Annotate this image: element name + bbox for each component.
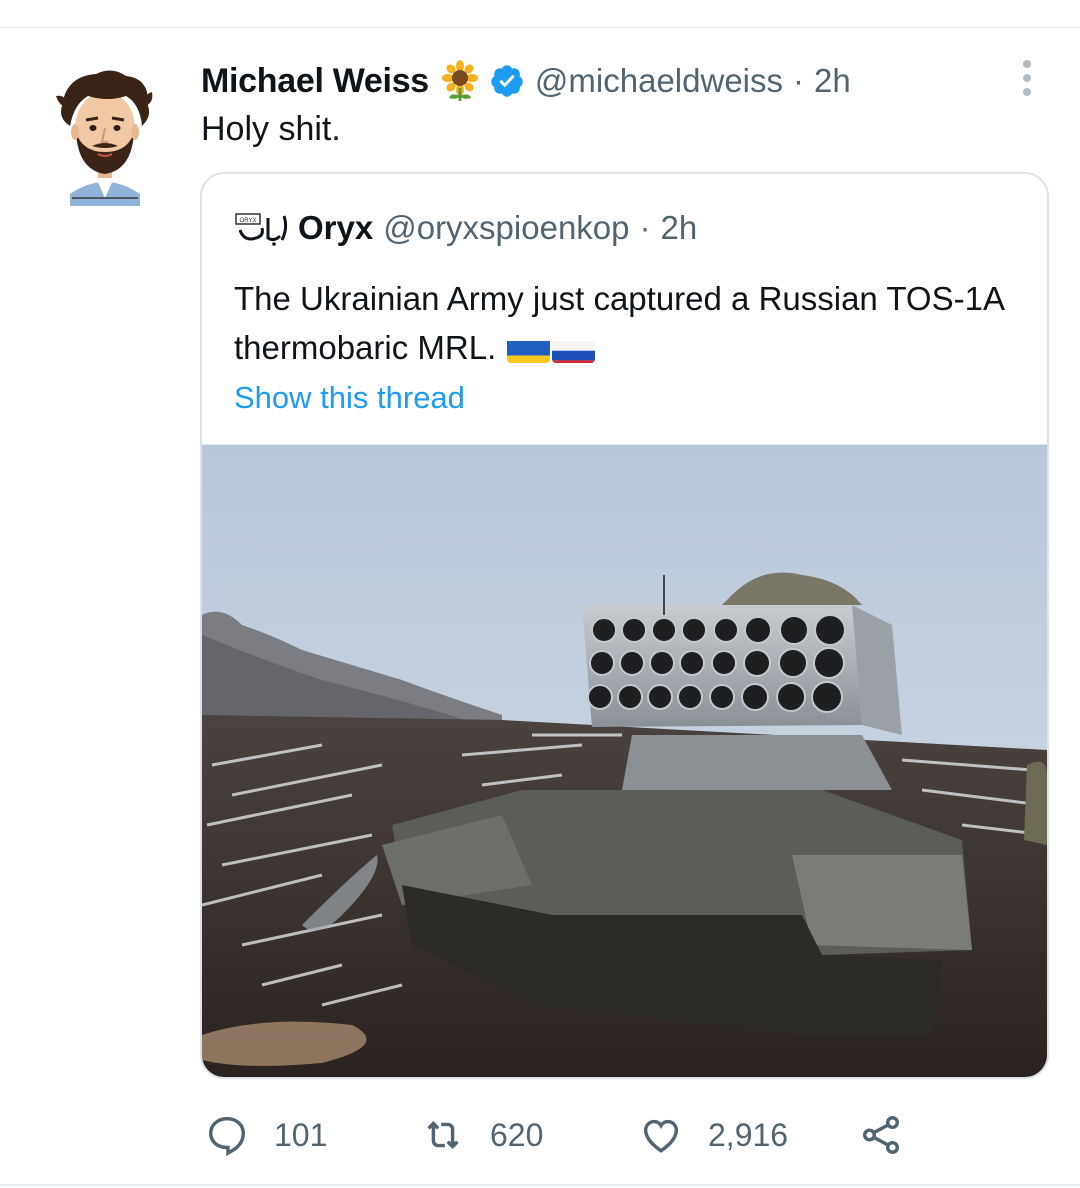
reply-icon bbox=[208, 1116, 246, 1157]
show-thread-link[interactable]: Show this thread bbox=[234, 380, 465, 416]
quoted-time[interactable]: 2h bbox=[661, 209, 698, 247]
quoted-author-handle[interactable]: @oryxspioenkop bbox=[383, 209, 629, 247]
top-divider bbox=[0, 27, 1080, 28]
quoted-tweet-card[interactable]: ORYX Oryx @oryxspioenkop · 2h The Ukrain… bbox=[200, 172, 1049, 1079]
tweet-header: Michael Weiss @michaeldweiss · 2h bbox=[201, 58, 851, 104]
quoted-text-block: The Ukrainian Army just captured a Russi… bbox=[234, 274, 1014, 372]
quoted-header: ORYX Oryx @oryxspioenkop · 2h bbox=[234, 208, 697, 248]
action-bar: 101 620 2,916 bbox=[0, 1104, 1080, 1164]
retweet-button[interactable]: 620 bbox=[420, 1112, 543, 1158]
separator-dot: · bbox=[793, 62, 805, 99]
retweet-count: 620 bbox=[490, 1116, 544, 1153]
quoted-author-name[interactable]: Oryx bbox=[298, 209, 373, 247]
russia-flag-icon bbox=[552, 334, 596, 363]
more-options-icon[interactable] bbox=[1010, 58, 1044, 98]
tweet-time[interactable]: 2h bbox=[814, 62, 851, 100]
share-button[interactable] bbox=[858, 1112, 904, 1158]
tweet-photo[interactable] bbox=[202, 444, 1047, 1078]
svg-text:ORYX: ORYX bbox=[240, 218, 257, 224]
avatar[interactable] bbox=[52, 66, 158, 206]
tweet-text: Holy shit. bbox=[201, 110, 341, 148]
quoted-text: The Ukrainian Army just captured a Russi… bbox=[234, 280, 1004, 366]
reply-button[interactable]: 101 bbox=[204, 1112, 327, 1158]
reply-count: 101 bbox=[274, 1116, 328, 1153]
share-icon bbox=[862, 1116, 900, 1154]
verified-badge-icon bbox=[491, 65, 523, 97]
retweet-icon bbox=[427, 1121, 459, 1149]
heart-icon bbox=[643, 1119, 679, 1153]
like-button[interactable]: 2,916 bbox=[638, 1112, 788, 1158]
like-count: 2,916 bbox=[708, 1116, 789, 1153]
author-handle[interactable]: @michaeldweiss bbox=[535, 62, 783, 100]
sunflower-icon bbox=[441, 60, 478, 101]
bottom-divider bbox=[0, 1184, 1080, 1186]
ukraine-flag-icon bbox=[507, 334, 551, 363]
oryx-logo-icon: ORYX bbox=[235, 213, 288, 246]
separator-dot: · bbox=[639, 209, 651, 246]
author-name[interactable]: Michael Weiss bbox=[201, 62, 429, 101]
